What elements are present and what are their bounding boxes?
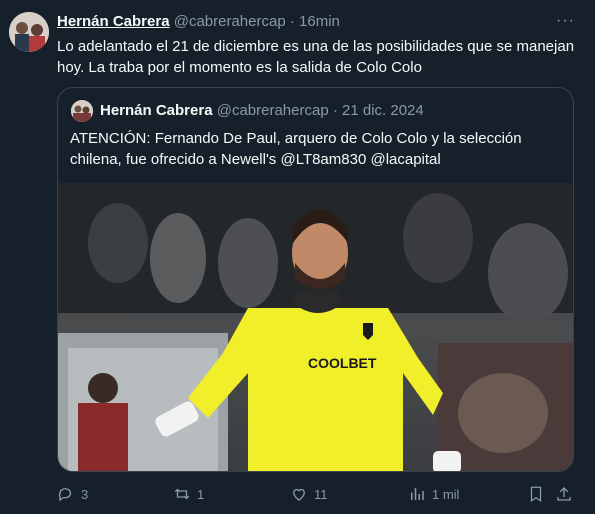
like-icon	[293, 488, 305, 501]
separator: ·	[332, 102, 338, 119]
bookmark-button[interactable]	[527, 485, 545, 503]
share-button[interactable]	[555, 485, 573, 503]
separator: ·	[289, 13, 295, 30]
quoted-tweet[interactable]: Hernán Cabrera @cabrerahercap · 21 dic. …	[57, 87, 574, 472]
quoted-author-handle: @cabrerahercap	[216, 102, 329, 119]
views-icon	[411, 488, 424, 500]
like-button[interactable]: 11	[290, 485, 328, 503]
views-button[interactable]: 1 mil	[408, 485, 459, 503]
author-handle[interactable]: @cabrerahercap	[174, 13, 286, 30]
quoted-author-avatar	[71, 100, 93, 122]
quoted-text: ATENCIÓN: Fernando De Paul, arquero de C…	[70, 130, 522, 168]
author-name[interactable]: Hernán Cabrera	[57, 13, 170, 30]
tweet-time[interactable]: 16min	[299, 13, 340, 30]
reply-button[interactable]: 3	[57, 485, 88, 503]
tweet-actions: 3 1 11 1 mil	[57, 485, 577, 505]
author-avatar[interactable]	[9, 12, 49, 52]
quoted-author-name: Hernán Cabrera	[100, 102, 213, 119]
tweet-header: Hernán Cabrera @cabrerahercap · 16min	[57, 13, 340, 31]
bookmark-icon	[530, 486, 542, 503]
quoted-date: 21 dic. 2024	[342, 102, 424, 119]
retweet-count: 1	[197, 486, 205, 502]
share-icon	[557, 487, 571, 501]
reply-icon	[58, 488, 72, 502]
tweet-text: Lo adelantado el 21 de diciembre es una …	[57, 38, 575, 76]
more-icon[interactable]: ···	[556, 12, 575, 30]
reply-count: 3	[81, 486, 89, 502]
jersey-sponsor: COOLBET	[308, 355, 377, 371]
retweet-icon	[174, 488, 190, 500]
like-count: 11	[314, 486, 328, 502]
goalkeeper-photo[interactable]: COOLBET	[58, 183, 574, 472]
views-count: 1 mil	[432, 486, 460, 502]
quoted-header: Hernán Cabrera @cabrerahercap · 21 dic. …	[100, 102, 424, 120]
retweet-button[interactable]: 1	[173, 485, 204, 503]
